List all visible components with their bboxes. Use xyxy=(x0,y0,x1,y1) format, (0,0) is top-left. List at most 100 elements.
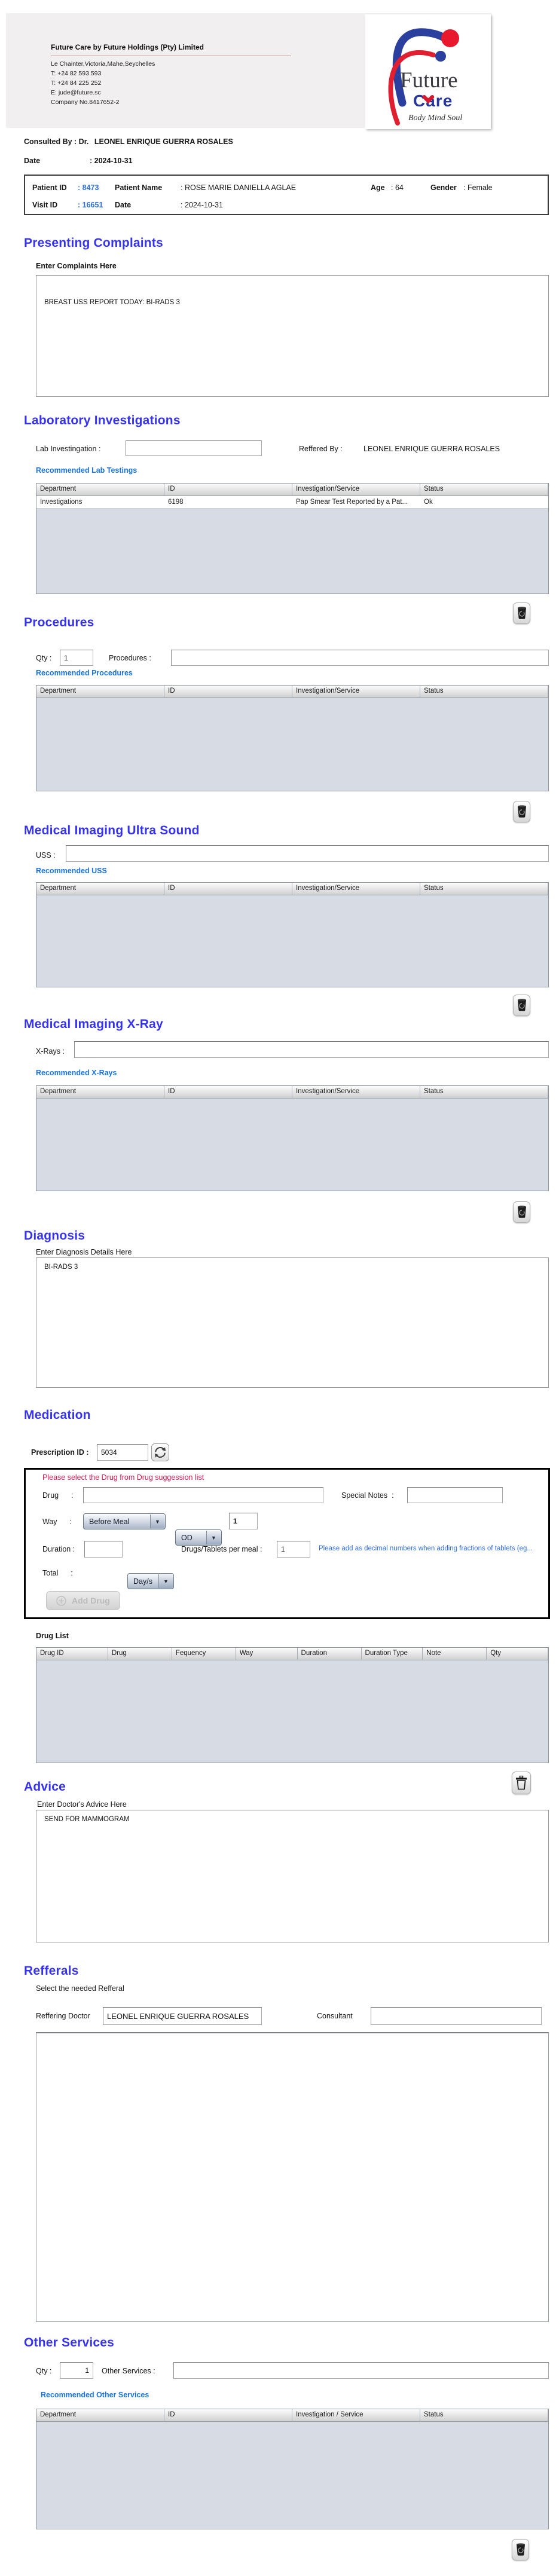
trash-icon xyxy=(517,805,527,818)
address-line: Company No.8417652-2 xyxy=(51,97,155,107)
consulted-by-prefix: Consulted By : Dr. xyxy=(24,137,88,146)
section-title-other-services: Other Services xyxy=(24,2336,114,2350)
patient-info-box: Patient ID : 8473 Patient Name : ROSE MA… xyxy=(24,175,549,215)
address-line: T: +24 84 225 252 xyxy=(51,78,155,88)
future-care-logo-graphic: Future Care Body Mind Soul xyxy=(365,14,491,129)
referred-by-label: Reffered By : xyxy=(299,445,343,453)
delete-procedures-button[interactable] xyxy=(513,801,530,822)
delete-other-services-button[interactable] xyxy=(512,2539,529,2560)
special-notes-label: Special Notes : xyxy=(341,1491,394,1500)
procedures-input[interactable] xyxy=(171,650,549,666)
referring-doctor-input[interactable] xyxy=(103,2007,262,2025)
column-header: Drug xyxy=(108,1648,172,1660)
drug-input[interactable] xyxy=(83,1487,323,1503)
uss-table: Department ID Investigation/Service Stat… xyxy=(36,882,549,987)
recommended-uss-label: Recommended USS xyxy=(36,867,107,875)
chevron-down-icon: ▼ xyxy=(150,1515,164,1528)
column-header: Way xyxy=(236,1648,298,1660)
patient-id-label: Patient ID xyxy=(32,183,67,192)
plus-circle-icon xyxy=(56,1596,66,1606)
other-services-label: Other Services : xyxy=(102,2367,155,2375)
visit-date-label: Date xyxy=(115,201,131,209)
cell-service: Pap Smear Test Reported by a Pat... xyxy=(292,496,420,508)
way-select[interactable]: Before Meal ▼ xyxy=(83,1513,166,1529)
column-header: Status xyxy=(420,686,548,697)
duration-input[interactable] xyxy=(84,1541,123,1558)
way-qty-input[interactable] xyxy=(229,1513,258,1529)
column-header: Status xyxy=(420,1086,548,1098)
lab-investigation-input[interactable] xyxy=(126,440,262,456)
recommended-other-services-label: Recommended Other Services xyxy=(41,2391,149,2399)
lab-investigation-label: Lab Investingation : xyxy=(36,445,100,453)
cell-department: Investigations xyxy=(36,496,164,508)
advice-textarea[interactable]: SEND FOR MAMMOGRAM xyxy=(36,1810,549,1942)
xray-label: X-Rays : xyxy=(36,1047,65,1056)
logo-tagline: Body Mind Soul xyxy=(408,114,462,123)
referrals-list-box[interactable] xyxy=(36,2032,549,2322)
age-label: Age xyxy=(371,183,385,192)
duration-unit-select[interactable]: Day/s ▼ xyxy=(127,1573,174,1589)
delete-lab-button[interactable] xyxy=(513,602,530,624)
xray-table-header: Department ID Investigation/Service Stat… xyxy=(36,1086,548,1099)
column-header: Status xyxy=(420,2409,548,2421)
drug-list-table: Drug ID Drug Fequency Way Duration Durat… xyxy=(36,1647,549,1763)
column-header: Investigation/Service xyxy=(292,484,420,495)
section-title-referrals: Refferals xyxy=(24,1964,79,1978)
section-title-procedures: Procedures xyxy=(24,616,94,630)
column-header: Department xyxy=(36,1086,164,1098)
other-qty-input[interactable] xyxy=(60,2362,93,2379)
drug-suggestion-note: Please select the Drug from Drug suggess… xyxy=(42,1473,204,1482)
complaints-hint: Enter Complaints Here xyxy=(36,262,117,270)
trash-icon xyxy=(516,2543,526,2556)
other-qty-label: Qty : xyxy=(36,2367,51,2375)
complaints-textarea[interactable]: BREAST USS REPORT TODAY: BI-RADS 3 xyxy=(36,275,549,397)
xray-table: Department ID Investigation/Service Stat… xyxy=(36,1085,549,1191)
address-line: Le Chainter,Victoria,Mahe,Seychelles xyxy=(51,59,155,69)
drug-list-label: Drug List xyxy=(36,1632,69,1640)
xray-input[interactable] xyxy=(74,1041,549,1058)
total-label: Total : xyxy=(42,1569,73,1577)
refresh-prescription-button[interactable] xyxy=(151,1443,169,1461)
consult-date-value: : 2024-10-31 xyxy=(90,157,133,165)
prescription-id-input[interactable] xyxy=(97,1444,148,1461)
column-header: Fequency xyxy=(172,1648,236,1660)
other-services-input[interactable] xyxy=(173,2362,549,2379)
special-notes-input[interactable] xyxy=(407,1487,503,1503)
column-header: ID xyxy=(164,2409,292,2421)
procedures-label: Procedures : xyxy=(109,654,151,662)
frequency-select-value: OD xyxy=(181,1534,193,1542)
consultant-input[interactable] xyxy=(371,2007,542,2025)
patient-name-label: Patient Name xyxy=(115,183,162,192)
diagnosis-textarea[interactable]: BI-RADS 3 xyxy=(36,1258,549,1388)
referring-doctor-label: Reffering Doctor xyxy=(36,2012,90,2020)
trash-icon xyxy=(517,999,527,1012)
patient-id-value: : 8473 xyxy=(78,183,99,192)
address-line: T: +24 82 593 593 xyxy=(51,69,155,78)
uss-input[interactable] xyxy=(66,845,549,862)
way-label: Way : xyxy=(42,1518,72,1526)
uss-table-header: Department ID Investigation/Service Stat… xyxy=(36,883,548,895)
chevron-down-icon: ▼ xyxy=(158,1574,173,1588)
section-title-diagnosis: Diagnosis xyxy=(24,1229,85,1243)
delete-uss-button[interactable] xyxy=(513,995,530,1016)
recommended-xray-label: Recommended X-Rays xyxy=(36,1069,117,1077)
column-header: ID xyxy=(164,484,292,495)
procedures-qty-input[interactable] xyxy=(60,650,93,666)
frequency-select[interactable]: OD ▼ xyxy=(175,1529,222,1546)
trash-lid-icon xyxy=(515,1776,527,1790)
consulted-by-label: Consulted By : Dr. LEONEL ENRIQUE GUERRA… xyxy=(24,137,233,146)
delete-xray-button[interactable] xyxy=(513,1201,530,1223)
add-drug-button[interactable]: Add Drug xyxy=(46,1591,120,1610)
section-title-presenting-complaints: Presenting Complaints xyxy=(24,236,163,250)
delete-advice-button[interactable] xyxy=(512,1772,531,1794)
column-header: ID xyxy=(164,883,292,895)
per-meal-input[interactable] xyxy=(277,1541,310,1558)
duration-unit-value: Day/s xyxy=(133,1577,152,1586)
table-row[interactable]: Investigations 6198 Pap Smear Test Repor… xyxy=(36,496,548,509)
company-title: Future Care by Future Holdings (Pty) Lim… xyxy=(51,43,204,51)
lab-table-header: Department ID Investigation/Service Stat… xyxy=(36,484,548,496)
trash-icon xyxy=(517,1206,527,1219)
cell-id: 6198 xyxy=(164,496,292,508)
consult-date-label: Date xyxy=(24,157,40,165)
referred-by-value: LEONEL ENRIQUE GUERRA ROSALES xyxy=(363,445,500,453)
